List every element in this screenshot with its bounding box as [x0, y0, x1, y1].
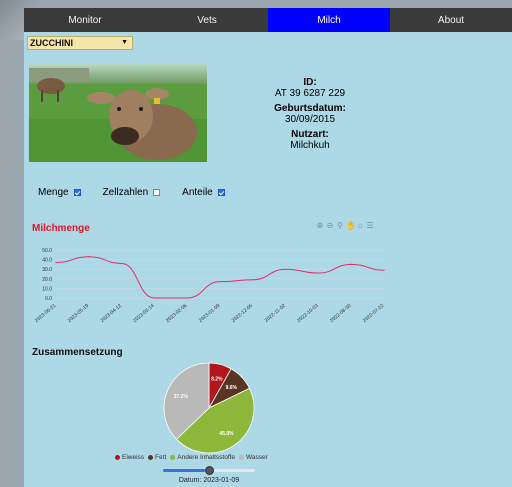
chevron-down-icon: ▼ [121, 39, 128, 46]
x-tick-label: 2023-03-14 [132, 303, 156, 324]
menu-icon[interactable]: ☰ [366, 221, 374, 230]
milk-point [121, 262, 123, 265]
toggle-menge-label: Menge [38, 187, 69, 198]
composition-title: Zusammensetzung [32, 347, 123, 358]
milk-chart-title: Milchmenge [32, 223, 90, 234]
legend-color-dot [238, 455, 244, 460]
milk-point [317, 272, 319, 274]
cow-select-value: ZUCCHINI [30, 38, 73, 48]
milk-line-chart: 50.0 40.0 30.0 20.0 10.0 0.02023-06-21 2023-05… [34, 248, 386, 324]
milk-point [88, 256, 90, 258]
pie-slice-label: 8.2% [211, 376, 223, 382]
y-tick-label: 0.0 [45, 296, 52, 302]
use-value: Milchkuh [290, 140, 330, 151]
x-tick-label: 2022-10-03 [296, 303, 320, 324]
app-window: Monitor Vets Milch About ZUCCHINI ▼ ID: … [24, 8, 512, 487]
slider-date-label: Datum: 2023-01-09 [178, 477, 240, 484]
toggle-anteile[interactable]: Anteile [182, 187, 225, 198]
magnifier-icon[interactable]: ⚲ [336, 221, 344, 230]
view-toggles: Menge Zellzahlen Anteile [38, 187, 247, 198]
y-tick-label: 50.0 [42, 248, 52, 254]
cow-photo [29, 64, 207, 162]
milk-point [350, 263, 352, 265]
milk-point [383, 269, 385, 271]
top-nav: Monitor Vets Milch About [24, 8, 512, 32]
legend-label: Andere Inhaltsstoffe [177, 454, 235, 461]
legend-item[interactable]: Fett [148, 454, 166, 461]
id-value: AT 39 6287 229 [274, 88, 346, 99]
y-tick-label: 20.0 [42, 277, 52, 283]
nav-about[interactable]: About [390, 8, 512, 32]
zoom-in-icon[interactable]: ⊕ [316, 221, 324, 230]
cow-select[interactable]: ZUCCHINI ▼ [27, 36, 133, 50]
toggle-zellzahlen-label: Zellzahlen [102, 187, 149, 198]
legend-item[interactable]: Andere Inhaltsstoffe [170, 454, 235, 461]
slider-track [213, 469, 255, 472]
y-tick-label: 30.0 [42, 267, 52, 273]
legend-item[interactable]: Eiweiss [115, 454, 144, 461]
id-label: ID: [303, 77, 317, 88]
x-tick-label: 2022-11-02 [264, 303, 287, 324]
legend-label: Wasser [245, 454, 268, 461]
milk-point [285, 268, 287, 270]
nav-vets[interactable]: Vets [146, 8, 268, 32]
cow-info: ID: AT 39 6287 229 Geburtsdatum: 30/09/2… [238, 77, 382, 151]
pan-icon[interactable]: ✋ [346, 221, 356, 230]
nav-monitor[interactable]: Monitor [24, 8, 146, 32]
toggle-zellzahlen[interactable]: Zellzahlen [103, 187, 161, 198]
birth-value: 30/09/2015 [284, 114, 336, 125]
x-tick-label: 2022-08-30 [329, 303, 353, 324]
legend-color-dot [115, 455, 120, 460]
milk-point [55, 261, 57, 264]
zoom-out-icon[interactable]: ⊖ [326, 221, 334, 230]
home-icon[interactable]: ⌂ [356, 221, 364, 230]
x-tick-label: 2023-05-19 [67, 303, 91, 324]
milk-point [153, 297, 155, 299]
x-tick-label: 2023-04-12 [99, 303, 123, 324]
x-tick-label: 2023-01-09 [198, 303, 222, 324]
x-tick-label: 2023-02-06 [165, 303, 189, 324]
birth-label: Geburtsdatum: [274, 103, 346, 114]
legend-color-dot [148, 455, 154, 460]
pie-legend: Eiweiss Fett Andere Inhaltsstoffe Wasser [115, 454, 272, 461]
zellzahlen-checkbox[interactable] [153, 189, 161, 196]
milk-point [219, 281, 221, 283]
toggle-menge[interactable]: Menge [38, 187, 81, 198]
use-label: Nutzart: [291, 129, 329, 140]
x-tick-label: 2022-07-22 [362, 303, 386, 324]
milk-point [186, 297, 188, 299]
y-tick-label: 10.0 [42, 286, 52, 292]
slider-fill [163, 469, 205, 472]
menge-checkbox[interactable] [73, 189, 81, 196]
date-slider[interactable] [163, 466, 255, 475]
legend-item[interactable]: Wasser [238, 454, 268, 461]
composition-pie-chart: 8.2%9.6% 45.0% 37.2% [163, 362, 255, 454]
x-tick-label: 2022-12-05 [231, 303, 255, 324]
pie-slice-label: 9.6% [226, 385, 238, 391]
slider-knob[interactable] [204, 466, 214, 475]
x-tick-label: 2023-06-21 [34, 303, 58, 324]
legend-label: Fett [155, 454, 167, 461]
nav-milch[interactable]: Milch [268, 8, 390, 32]
legend-color-dot [170, 455, 176, 460]
legend-label: Eiweiss [122, 454, 145, 461]
milk-series-line [55, 256, 385, 299]
chart-toolbar: ⊕ ⊖ ⚲ ✋ ⌂ ☰ [316, 221, 376, 230]
y-tick-label: 40.0 [42, 258, 52, 264]
toggle-anteile-label: Anteile [182, 187, 213, 198]
milk-point [252, 279, 254, 281]
pie-slice-label: 37.2% [174, 394, 189, 400]
anteile-checkbox[interactable] [217, 189, 225, 196]
pie-slice-label: 45.0% [219, 431, 234, 437]
